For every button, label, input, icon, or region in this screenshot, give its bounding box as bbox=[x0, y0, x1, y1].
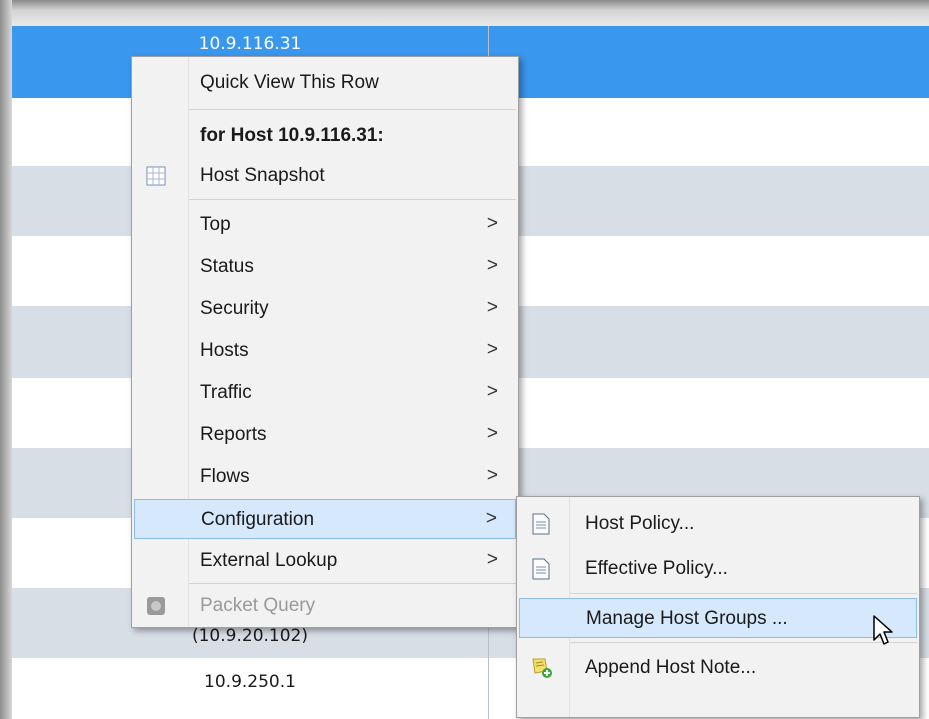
menu-item-flows[interactable]: Flows > bbox=[134, 457, 516, 497]
chevron-right-icon: > bbox=[486, 339, 498, 360]
chevron-right-icon: > bbox=[486, 549, 498, 570]
menu-item-label: Top bbox=[200, 214, 231, 235]
menu-item-reports[interactable]: Reports > bbox=[134, 415, 516, 455]
chevron-right-icon: > bbox=[485, 508, 497, 529]
menu-item-label: Packet Query bbox=[200, 595, 316, 616]
chevron-right-icon: > bbox=[486, 213, 498, 234]
menu-item-packet-query[interactable]: Packet Query bbox=[134, 586, 516, 626]
chevron-right-icon: > bbox=[486, 255, 498, 276]
menu-item-status[interactable]: Status > bbox=[134, 247, 516, 287]
menu-item-label: External Lookup bbox=[200, 550, 338, 571]
menu-item-security[interactable]: Security > bbox=[134, 289, 516, 329]
chevron-right-icon: > bbox=[486, 297, 498, 318]
menu-header-for-host: for Host 10.9.116.31: bbox=[134, 116, 516, 156]
submenu-item-manage-host-groups[interactable]: Manage Host Groups ... bbox=[519, 598, 917, 638]
menu-item-host-snapshot[interactable]: Host Snapshot bbox=[134, 156, 516, 196]
menu-separator bbox=[189, 583, 516, 584]
menu-item-label: Quick View This Row bbox=[200, 72, 379, 93]
menu-item-label: Security bbox=[200, 298, 269, 319]
mouse-pointer-icon bbox=[872, 614, 896, 648]
submenu-item-label: Effective Policy... bbox=[585, 558, 728, 579]
menu-item-label: Flows bbox=[200, 466, 250, 487]
configuration-submenu: Host Policy... Effective Policy... Manag… bbox=[516, 496, 920, 718]
chevron-right-icon: > bbox=[486, 423, 498, 444]
menu-item-top[interactable]: Top > bbox=[134, 205, 516, 245]
chevron-right-icon: > bbox=[486, 465, 498, 486]
packet-query-icon bbox=[146, 596, 166, 616]
menu-item-label: Hosts bbox=[200, 340, 249, 361]
document-icon bbox=[531, 513, 551, 535]
grid-icon bbox=[146, 166, 166, 186]
menu-item-external-lookup[interactable]: External Lookup > bbox=[134, 541, 516, 581]
menu-separator bbox=[189, 199, 516, 200]
menu-item-label: Reports bbox=[200, 424, 267, 445]
chevron-right-icon: > bbox=[486, 381, 498, 402]
menu-item-traffic[interactable]: Traffic > bbox=[134, 373, 516, 413]
menu-item-hosts[interactable]: Hosts > bbox=[134, 331, 516, 371]
submenu-item-append-host-note[interactable]: Append Host Note... bbox=[519, 648, 917, 688]
menu-item-quick-view[interactable]: Quick View This Row bbox=[134, 63, 516, 103]
window-shadow-left bbox=[0, 0, 12, 719]
submenu-separator bbox=[570, 642, 917, 643]
submenu-separator bbox=[570, 593, 917, 594]
table-cell: 10.9.116.31 bbox=[198, 34, 302, 54]
table-cell: 10.9.250.1 bbox=[204, 672, 296, 692]
menu-header-label: for Host 10.9.116.31: bbox=[200, 125, 384, 146]
submenu-item-label: Append Host Note... bbox=[585, 657, 757, 678]
submenu-item-label: Manage Host Groups ... bbox=[586, 608, 788, 629]
menu-item-label: Configuration bbox=[201, 509, 315, 530]
submenu-item-label: Host Policy... bbox=[585, 513, 695, 534]
menu-item-configuration[interactable]: Configuration > bbox=[134, 499, 516, 539]
menu-item-label: Traffic bbox=[200, 382, 252, 403]
menu-separator bbox=[189, 109, 516, 110]
submenu-item-host-policy[interactable]: Host Policy... bbox=[519, 504, 917, 544]
window-shadow-top bbox=[0, 0, 929, 26]
submenu-item-effective-policy[interactable]: Effective Policy... bbox=[519, 549, 917, 589]
table-cell: (10.9.20.102) bbox=[191, 626, 308, 646]
menu-item-label: Status bbox=[200, 256, 254, 277]
menu-item-label: Host Snapshot bbox=[200, 165, 325, 186]
add-note-icon bbox=[531, 657, 552, 679]
document-icon bbox=[531, 558, 551, 580]
context-menu: Quick View This Row for Host 10.9.116.31… bbox=[131, 56, 519, 628]
